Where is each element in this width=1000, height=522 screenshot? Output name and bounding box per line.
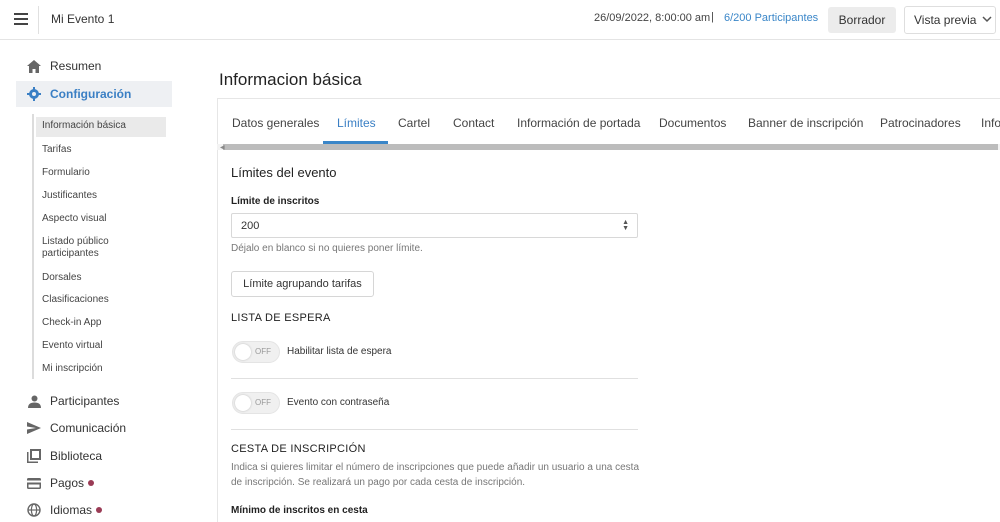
- submenu-tarifas[interactable]: Tarifas: [36, 144, 166, 156]
- submenu-evento-virtual[interactable]: Evento virtual: [36, 340, 166, 352]
- tab-info[interactable]: Info: [981, 116, 1000, 130]
- sidebar-item-label: Comunicación: [50, 421, 127, 435]
- submenu-clasificaciones[interactable]: Clasificaciones: [36, 294, 166, 306]
- globe-icon: [26, 502, 42, 518]
- sidebar-item-biblioteca[interactable]: Biblioteca: [16, 443, 102, 469]
- divider: [38, 6, 39, 34]
- waitlist-toggle[interactable]: OFF: [232, 341, 280, 363]
- tab-bar: Datos generales Límites Cartel Contact I…: [217, 98, 1000, 144]
- tab-datos-generales[interactable]: Datos generales: [232, 116, 319, 130]
- status-draft-button[interactable]: Borrador: [828, 7, 896, 33]
- divider: [231, 429, 638, 430]
- section-title: Límites del evento: [231, 165, 337, 180]
- spinner-icon[interactable]: ▲ ▼: [622, 219, 629, 232]
- tab-patrocinadores[interactable]: Patrocinadores: [880, 116, 961, 130]
- preview-dropdown[interactable]: Vista previa: [904, 6, 996, 34]
- submenu-informacion-basica[interactable]: Información básica: [36, 117, 166, 137]
- waitlist-heading: LISTA DE ESPERA: [231, 312, 331, 324]
- header-separator: |: [711, 11, 714, 23]
- sidebar-item-label: Resumen: [50, 59, 102, 73]
- tab-banner-inscripcion[interactable]: Banner de inscripción: [748, 116, 863, 130]
- person-icon: [26, 393, 42, 409]
- submenu-listado-publico[interactable]: Listado público participantes: [36, 236, 116, 260]
- sidebar-item-participantes[interactable]: Participantes: [16, 388, 119, 414]
- library-icon: [26, 448, 42, 464]
- sidebar-item-configuracion[interactable]: Configuración: [16, 81, 172, 107]
- submenu-dorsales[interactable]: Dorsales: [36, 272, 166, 284]
- sidebar-item-label: Participantes: [50, 394, 120, 408]
- cart-heading: CESTA DE INSCRIPCIÓN: [231, 443, 366, 455]
- limit-value: 200: [241, 219, 260, 232]
- toggle-state: OFF: [255, 398, 271, 407]
- chevron-down-icon: [982, 15, 993, 26]
- sidebar-item-label: Configuración: [50, 87, 132, 101]
- submenu-justificantes[interactable]: Justificantes: [36, 190, 166, 202]
- tab-limites[interactable]: Límites: [337, 116, 376, 130]
- sidebar: Resumen Configuración Información básica…: [0, 41, 190, 522]
- alert-dot: [88, 480, 95, 486]
- send-icon: [26, 420, 42, 436]
- participants-link[interactable]: 6/200 Participantes: [724, 12, 818, 24]
- tab-informacion-portada[interactable]: Información de portada: [517, 116, 640, 130]
- min-cart-label: Mínimo de inscritos en cesta: [231, 505, 368, 516]
- sidebar-item-label: Idiomas: [50, 503, 93, 517]
- waitlist-toggle-label: Habilitar lista de espera: [287, 346, 392, 357]
- menu-icon[interactable]: [14, 13, 28, 25]
- submenu-aspecto-visual[interactable]: Aspecto visual: [36, 213, 166, 225]
- payments-icon: [26, 475, 42, 491]
- config-submenu: Información básica Tarifas Formulario Ju…: [32, 114, 172, 379]
- sidebar-item-label: Biblioteca: [50, 449, 103, 463]
- page-title: Informacion básica: [219, 70, 362, 89]
- password-toggle-label: Evento con contraseña: [287, 397, 390, 408]
- sidebar-item-resumen[interactable]: Resumen: [16, 53, 101, 79]
- alert-dot: [96, 507, 103, 513]
- cart-help-line1: Indica si quieres limitar el número de i…: [231, 462, 640, 473]
- home-icon: [26, 58, 42, 74]
- sidebar-item-pagos[interactable]: Pagos: [16, 470, 95, 496]
- top-bar: Mi Evento 1 26/09/2022, 8:00:00 am | 6/2…: [0, 0, 1000, 40]
- submenu-mi-inscripcion[interactable]: Mi inscripción: [36, 363, 166, 375]
- toggle-state: OFF: [255, 347, 271, 356]
- tab-cartel[interactable]: Cartel: [398, 116, 430, 130]
- gear-icon: [26, 86, 42, 102]
- toggle-knob: [235, 395, 251, 411]
- event-datetime: 26/09/2022, 8:00:00 am: [594, 12, 711, 24]
- sidebar-item-idiomas[interactable]: Idiomas: [16, 497, 103, 522]
- limit-input[interactable]: 200 ▲ ▼: [231, 213, 638, 238]
- limit-help: Déjalo en blanco si no quieres poner lím…: [231, 243, 423, 254]
- participants-label: Participantes: [754, 12, 819, 24]
- password-toggle[interactable]: OFF: [232, 392, 280, 414]
- sidebar-item-label: Pagos: [50, 476, 85, 490]
- participants-count: 6/200: [724, 12, 752, 24]
- cart-help-line2: de inscripción. Se realizará un pago por…: [231, 477, 526, 488]
- sidebar-item-comunicacion[interactable]: Comunicación: [16, 415, 126, 441]
- preview-label: Vista previa: [914, 13, 977, 27]
- tab-documentos[interactable]: Documentos: [659, 116, 726, 130]
- event-title: Mi Evento 1: [51, 12, 115, 26]
- toggle-knob: [235, 344, 251, 360]
- tab-contact[interactable]: Contact: [453, 116, 494, 130]
- limit-label: Límite de inscritos: [231, 196, 320, 207]
- group-limit-button[interactable]: Límite agrupando tarifas: [231, 271, 374, 297]
- divider: [231, 378, 638, 379]
- submenu-check-in-app[interactable]: Check-in App: [36, 317, 166, 329]
- submenu-formulario[interactable]: Formulario: [36, 167, 166, 179]
